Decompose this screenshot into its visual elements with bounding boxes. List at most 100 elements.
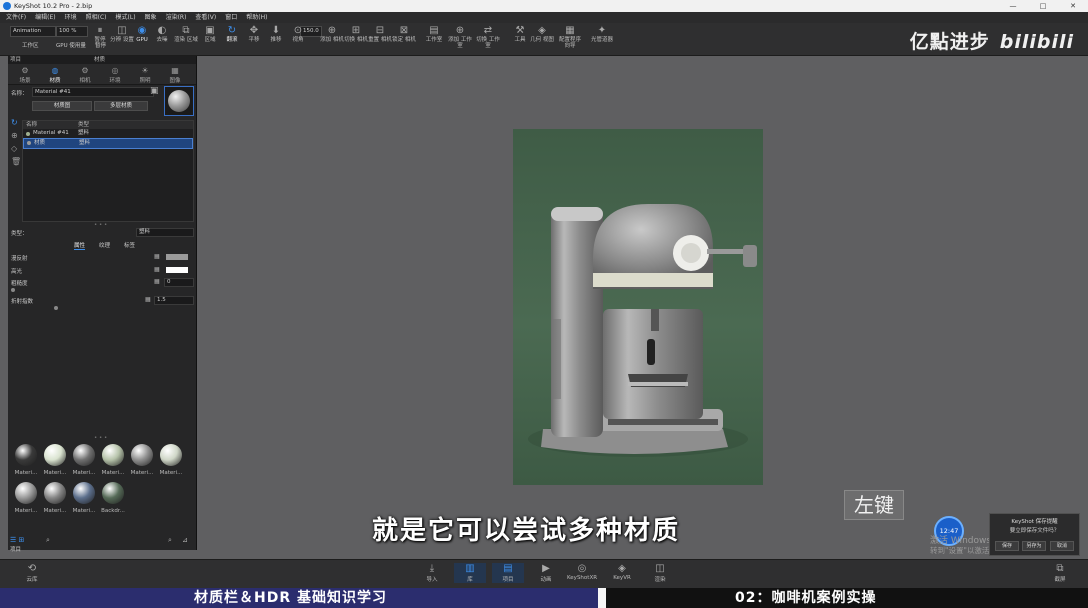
- name-label: 名称：: [11, 91, 28, 97]
- toolbar-button-18[interactable]: ◈ 几何 视图: [528, 25, 556, 43]
- eraser-icon[interactable]: ◇: [11, 144, 17, 153]
- maximize-button[interactable]: □: [1028, 0, 1058, 12]
- menu-render[interactable]: 渲染(R): [166, 14, 187, 21]
- dialog-cancel-button[interactable]: 取消: [1050, 541, 1074, 551]
- list-view-icon[interactable]: ☰ ⊞: [10, 536, 24, 544]
- bottom-button-6[interactable]: ◈ KeyVR: [606, 563, 638, 581]
- gpu-usage-label[interactable]: GPU 使用量: [56, 41, 86, 49]
- bottom-button-5[interactable]: ◎ KeyShotXR: [566, 563, 598, 581]
- key-hint-badge: 左键: [844, 490, 904, 520]
- multi-material-button[interactable]: 多层材质: [94, 101, 148, 111]
- render-viewport[interactable]: [513, 129, 763, 485]
- library-material-swatch[interactable]: [15, 482, 37, 504]
- panel-header-material[interactable]: 材质: [94, 56, 105, 64]
- library-material-swatch[interactable]: [44, 482, 66, 504]
- ior-field[interactable]: 1.5: [154, 296, 194, 305]
- col-name[interactable]: 名称: [26, 121, 37, 129]
- toolbar-9-icon: ⊙: [293, 25, 303, 36]
- bottom-button-3[interactable]: ▤ 项目: [492, 563, 524, 583]
- library-material-swatch[interactable]: [73, 482, 95, 504]
- search-icon[interactable]: ⌕: [46, 536, 50, 545]
- roughness-slider-handle[interactable]: [11, 288, 15, 292]
- dialog-save-button[interactable]: 保存: [995, 541, 1019, 551]
- toolbar-button-20[interactable]: ✦ 光管道器: [588, 25, 616, 43]
- diffuse-color-swatch[interactable]: [166, 254, 188, 260]
- bottom-button-0[interactable]: ⟲ 云库: [16, 563, 48, 583]
- tab-0[interactable]: ⚙ 场景: [12, 66, 38, 84]
- library-material-swatch[interactable]: [102, 482, 124, 504]
- library-material-swatch[interactable]: [160, 444, 182, 466]
- tab-1-label: 材质: [49, 78, 61, 84]
- dialog-title: KeyShot 保存提醒: [1011, 519, 1058, 525]
- panel-header-project[interactable]: 项目: [10, 57, 21, 63]
- tab-3[interactable]: ◎ 环境: [102, 66, 128, 84]
- library-material-label: Materi...: [72, 470, 96, 476]
- menu-view[interactable]: 查看(V): [195, 14, 216, 21]
- menu-window[interactable]: 窗口: [225, 14, 237, 21]
- specular-color-swatch[interactable]: [166, 267, 188, 273]
- texture-icon[interactable]: ▦: [145, 296, 151, 303]
- toolbar-button-14[interactable]: ▤ 工作室: [420, 25, 448, 43]
- trash-icon[interactable]: 🗑: [11, 157, 21, 166]
- bottom-button-8[interactable]: ⧉ 截屏: [1044, 563, 1076, 583]
- material-graph-button[interactable]: 材质图: [32, 101, 92, 111]
- toolbar-button-16[interactable]: ⇄ 切换 工作室: [474, 25, 502, 49]
- library-material-swatch[interactable]: [131, 444, 153, 466]
- bottom-button-1[interactable]: ⤓ 导入: [416, 563, 448, 583]
- texture-icon[interactable]: ▦: [154, 253, 160, 260]
- library-material-swatch[interactable]: [73, 444, 95, 466]
- save-material-icon[interactable]: ▣: [150, 86, 159, 96]
- banner-left-title: 材质栏＆HDR 基础知识学习: [194, 590, 387, 606]
- tab-5[interactable]: ▦ 图像: [162, 66, 188, 84]
- texture-icon[interactable]: ▦: [154, 278, 160, 285]
- banner-progress-marker: [598, 588, 606, 608]
- tab-4[interactable]: ☀ 照明: [132, 66, 158, 84]
- toolbar-button-19[interactable]: ▦ 配置程序 向导: [556, 25, 584, 49]
- tab-properties[interactable]: 属性: [74, 241, 86, 250]
- menu-environment[interactable]: 环境: [65, 14, 77, 21]
- material-name-field[interactable]: Material #41: [32, 87, 154, 97]
- table-row[interactable]: Material #41 塑料: [23, 129, 193, 138]
- library-material-swatch[interactable]: [15, 444, 37, 466]
- splitter-handle[interactable]: • • •: [94, 435, 107, 441]
- texture-icon[interactable]: ▦: [154, 266, 160, 273]
- zoom-select[interactable]: 100 %: [56, 26, 88, 37]
- workspace-label[interactable]: 工作区: [22, 41, 39, 49]
- bottom-button-7[interactable]: ◫ 渲染: [644, 563, 676, 583]
- minimize-button[interactable]: —: [998, 0, 1028, 12]
- bottom-button-2[interactable]: ▥ 库: [454, 563, 486, 583]
- add-icon[interactable]: ⊕: [11, 131, 18, 140]
- library-material-swatch[interactable]: [44, 444, 66, 466]
- menu-camera[interactable]: 照相(C): [86, 14, 107, 21]
- tab-texture[interactable]: 纹理: [99, 241, 110, 249]
- library-material-swatch[interactable]: [102, 444, 124, 466]
- roughness-field[interactable]: 0: [164, 278, 194, 287]
- search-icon-2[interactable]: ⌕: [168, 536, 172, 545]
- close-button[interactable]: ✕: [1058, 0, 1088, 12]
- ior-slider-handle[interactable]: [54, 306, 58, 310]
- splitter-handle[interactable]: • • •: [94, 222, 107, 228]
- main-toolbar: Animation 100 % 工作区 GPU 使用量 暂停 150.0 亿點进…: [0, 23, 1088, 56]
- toolbar-button-9[interactable]: ⊙ 视角: [284, 25, 312, 43]
- menu-help[interactable]: 帮助(H): [246, 14, 267, 21]
- menu-image[interactable]: 图象: [145, 14, 157, 21]
- bottom-button-4[interactable]: ▶ 动画: [530, 563, 562, 583]
- library-material-label: Materi...: [130, 470, 154, 476]
- specular-label: 高光: [11, 269, 23, 275]
- tab-1[interactable]: ◍ 材质: [42, 66, 68, 84]
- menu-edit[interactable]: 编辑(E): [35, 14, 55, 21]
- link-icon[interactable]: ↻: [11, 118, 18, 127]
- col-type[interactable]: 类型: [78, 121, 89, 129]
- toolbar-button-15[interactable]: ⊕ 添加 工作室: [446, 25, 474, 49]
- table-row-selected[interactable]: 材质 塑料: [23, 138, 193, 149]
- footer-project-tab[interactable]: 项目: [10, 545, 21, 553]
- type-select[interactable]: 塑料: [136, 228, 194, 237]
- filter-icon[interactable]: ⊿: [182, 536, 188, 544]
- toolbar-button-13[interactable]: ⊠ 锁定 相机: [390, 25, 418, 43]
- tab-labels[interactable]: 标签: [124, 241, 135, 249]
- menu-file[interactable]: 文件(F): [6, 14, 26, 21]
- tab-2[interactable]: ⚙ 相机: [72, 66, 98, 84]
- mode-select[interactable]: Animation: [10, 26, 56, 37]
- dialog-save-as-button[interactable]: 另存为: [1022, 541, 1046, 551]
- menu-mode[interactable]: 模式(L): [116, 14, 136, 21]
